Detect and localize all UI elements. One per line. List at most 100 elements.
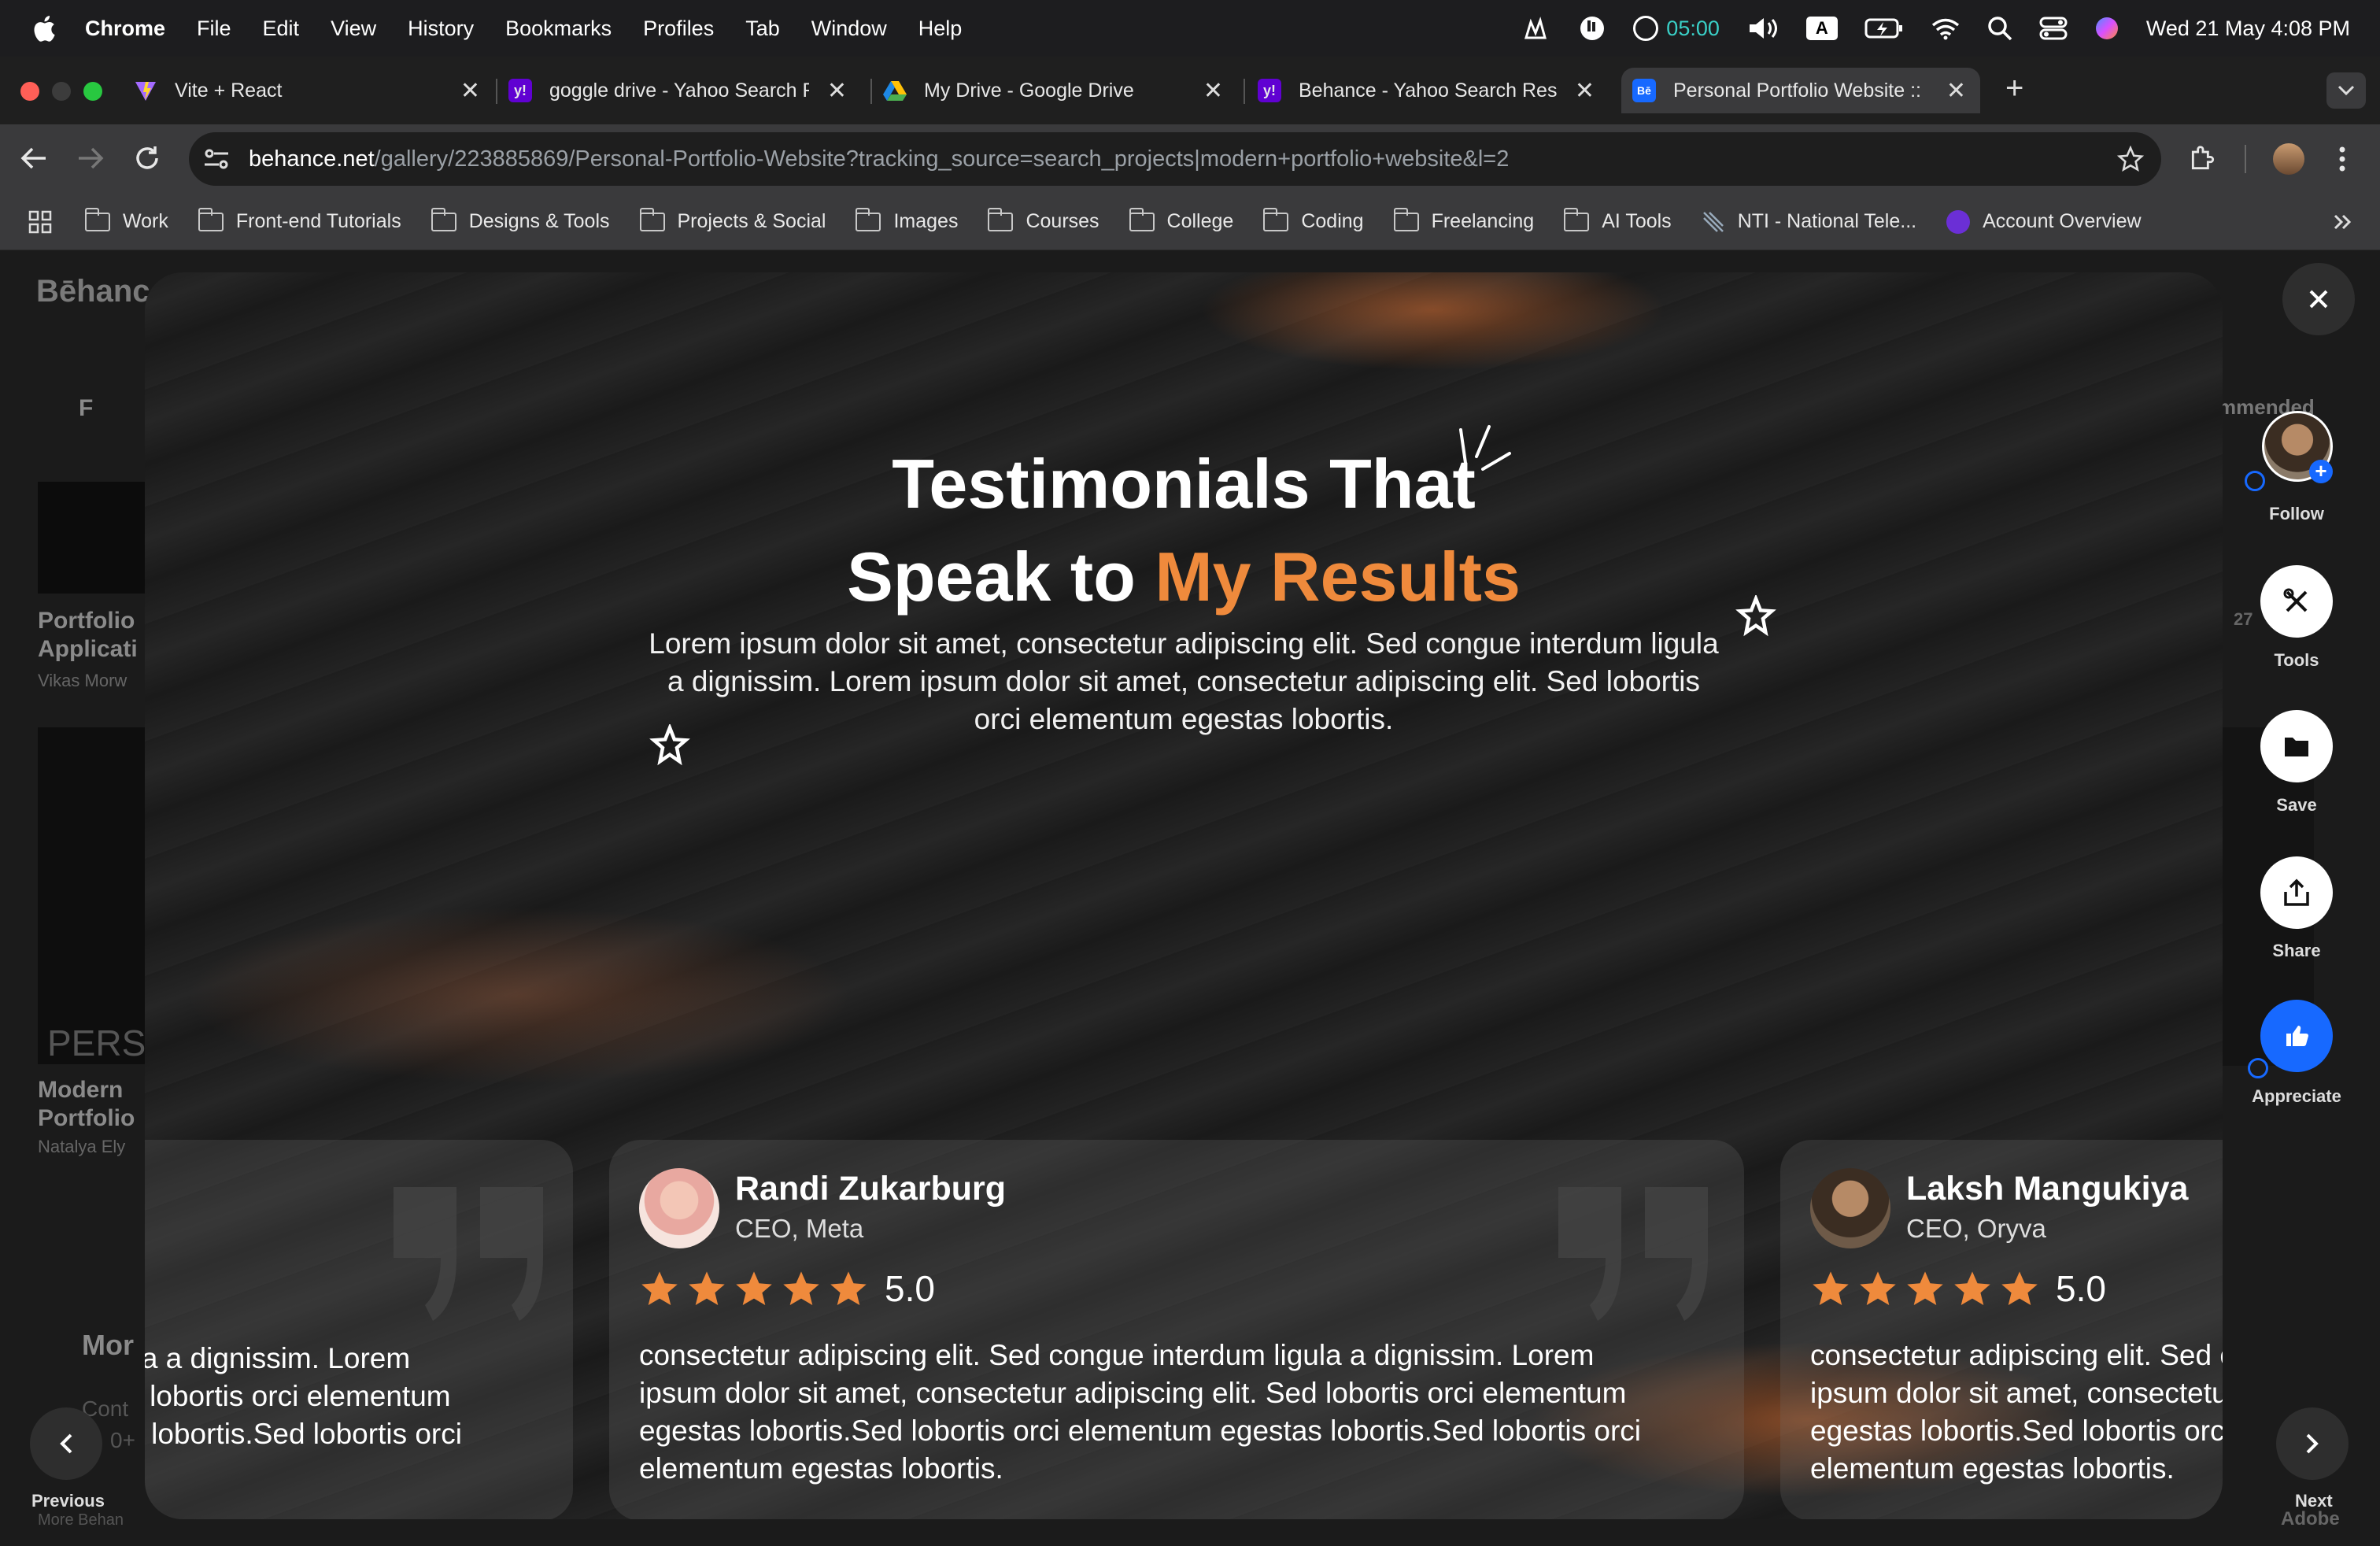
project-title[interactable]: Portfolio — [38, 1105, 135, 1132]
menu-history[interactable]: History — [408, 17, 474, 41]
tab-close-icon[interactable]: ✕ — [1946, 77, 1966, 105]
menubar-datetime[interactable]: Wed 21 May 4:08 PM — [2146, 17, 2350, 41]
previous-label[interactable]: Previous — [31, 1491, 105, 1511]
more-menu-icon[interactable] — [2338, 145, 2347, 173]
next-label[interactable]: Next — [2295, 1491, 2333, 1511]
menu-file[interactable]: File — [197, 17, 231, 41]
star-icon — [736, 1271, 772, 1306]
tab-yahoo-behance[interactable]: y! Behance - Yahoo Search Resu ✕ — [1258, 68, 1595, 113]
address-bar[interactable]: behance.net/gallery/223885869/Personal-P… — [189, 132, 2161, 186]
project-title[interactable]: Portfolio — [38, 608, 135, 634]
focus-hand-icon[interactable] — [1520, 14, 1551, 43]
tab-title: Personal Portfolio Website :: B — [1673, 79, 1925, 102]
star-icon — [2001, 1271, 2038, 1306]
appreciate-label[interactable]: Appreciate — [2235, 1086, 2358, 1107]
window-minimize-button[interactable] — [52, 82, 71, 101]
tab-vite-react[interactable]: Vite + React ✕ — [134, 68, 480, 113]
bookmark-nti[interactable]: NTI - National Tele... — [1702, 210, 1916, 234]
menu-profiles[interactable]: Profiles — [643, 17, 714, 41]
bookmarks-bar: Work Front-end Tutorials Designs & Tools… — [0, 194, 2380, 250]
tab-google-drive[interactable]: My Drive - Google Drive ✕ — [883, 68, 1223, 113]
input-source-indicator[interactable]: A — [1805, 17, 1838, 40]
tab-close-icon[interactable]: ✕ — [827, 77, 847, 105]
forward-arrow-icon[interactable] — [77, 146, 104, 170]
project-thumbnail[interactable] — [38, 482, 148, 594]
url-path: /gallery/223885869/Personal-Portfolio-We… — [374, 146, 1510, 172]
menu-bookmarks[interactable]: Bookmarks — [505, 17, 612, 41]
timer-widget[interactable]: 05:00 — [1633, 16, 1720, 41]
bookmark-front-end-tutorials[interactable]: Front-end Tutorials — [198, 207, 401, 233]
appreciate-button[interactable] — [2260, 1000, 2333, 1072]
window-close-button[interactable] — [20, 82, 39, 101]
bookmark-images[interactable]: Images — [856, 207, 958, 233]
bookmarks-overflow-icon[interactable] — [2333, 213, 2352, 231]
apple-icon[interactable] — [30, 13, 57, 43]
bookmark-ai-tools[interactable]: AI Tools — [1564, 207, 1672, 233]
project-author[interactable]: Vikas Morw — [38, 671, 127, 691]
volume-icon[interactable] — [1746, 15, 1779, 42]
bookmark-coding[interactable]: Coding — [1263, 207, 1364, 233]
testimonial-body: ligula a dignissim. Lorem Sed lobortis o… — [145, 1342, 462, 1450]
window-zoom-button[interactable] — [83, 82, 102, 101]
follow-label[interactable]: Follow — [2235, 504, 2358, 524]
project-thumbnail[interactable] — [38, 727, 148, 1064]
tab-personal-portfolio[interactable]: Bē Personal Portfolio Website :: B ✕ — [1621, 68, 1980, 113]
menu-tab[interactable]: Tab — [745, 17, 780, 41]
back-arrow-icon[interactable] — [20, 146, 47, 170]
bookmark-designs-tools[interactable]: Designs & Tools — [431, 207, 610, 233]
control-center-icon[interactable] — [2039, 17, 2068, 40]
thumbs-up-icon — [2286, 1026, 2308, 1046]
app-menu-chrome[interactable]: Chrome — [85, 17, 165, 41]
project-author[interactable]: Natalya Ely — [38, 1137, 125, 1157]
bookmark-label: Front-end Tutorials — [235, 210, 401, 232]
new-tab-button[interactable]: + — [2005, 71, 2023, 106]
testimonials-headline: Testimonials That Speak to My Results — [145, 438, 2223, 623]
tools-label[interactable]: Tools — [2235, 650, 2358, 671]
filter-label[interactable]: F — [79, 395, 93, 422]
bookmark-account-overview[interactable]: Account Overview — [1946, 209, 2142, 234]
more-section-title: Mor — [82, 1329, 134, 1361]
bookmark-star-icon[interactable] — [2117, 146, 2144, 172]
follow-plus-icon[interactable]: + — [2309, 460, 2333, 483]
star-rating: 5.0 — [639, 1267, 935, 1310]
share-button[interactable] — [2260, 856, 2333, 929]
tab-yahoo-drive[interactable]: y! goggle drive - Yahoo Search R ✕ — [508, 68, 847, 113]
bookmark-label: Freelancing — [1431, 210, 1535, 232]
indicator-dot — [2245, 471, 2265, 491]
spotlight-search-icon[interactable] — [1987, 16, 2012, 41]
menu-help[interactable]: Help — [918, 17, 963, 41]
tab-close-icon[interactable]: ✕ — [1203, 77, 1223, 105]
bookmark-work[interactable]: Work — [85, 207, 168, 233]
bookmark-courses[interactable]: Courses — [988, 207, 1099, 233]
close-viewer-button[interactable] — [2282, 263, 2355, 335]
tab-close-icon[interactable]: ✕ — [1575, 77, 1595, 105]
project-title[interactable]: Applicati — [38, 636, 138, 663]
bookmark-label: Projects & Social — [677, 210, 826, 232]
apps-grid-icon[interactable] — [28, 210, 52, 234]
menu-window[interactable]: Window — [811, 17, 887, 41]
tab-search-button[interactable] — [2326, 72, 2366, 109]
reload-icon[interactable] — [134, 145, 161, 172]
siri-icon[interactable] — [2094, 16, 2119, 41]
battery-icon[interactable] — [1864, 17, 1904, 39]
tab-close-icon[interactable]: ✕ — [460, 77, 480, 105]
bookmark-projects-social[interactable]: Projects & Social — [639, 207, 826, 233]
share-label[interactable]: Share — [2235, 941, 2358, 961]
menu-edit[interactable]: Edit — [263, 17, 300, 41]
previous-project-button[interactable] — [30, 1407, 102, 1480]
wifi-icon[interactable] — [1931, 17, 1961, 40]
bookmark-freelancing[interactable]: Freelancing — [1393, 207, 1535, 233]
save-button[interactable] — [2260, 710, 2333, 782]
extensions-puzzle-icon[interactable] — [2188, 143, 2218, 173]
profile-avatar[interactable] — [2273, 143, 2304, 175]
tools-button[interactable] — [2260, 565, 2333, 638]
bookmark-college[interactable]: College — [1129, 207, 1233, 233]
rating-value: 5.0 — [2056, 1268, 2106, 1309]
site-info-icon[interactable] — [203, 148, 230, 170]
project-title[interactable]: Modern — [38, 1077, 123, 1104]
menu-view[interactable]: View — [331, 17, 376, 41]
next-project-button[interactable] — [2276, 1407, 2349, 1480]
activity-icon[interactable] — [1578, 14, 1606, 43]
save-label[interactable]: Save — [2235, 795, 2358, 816]
folder-icon — [1263, 207, 1289, 231]
